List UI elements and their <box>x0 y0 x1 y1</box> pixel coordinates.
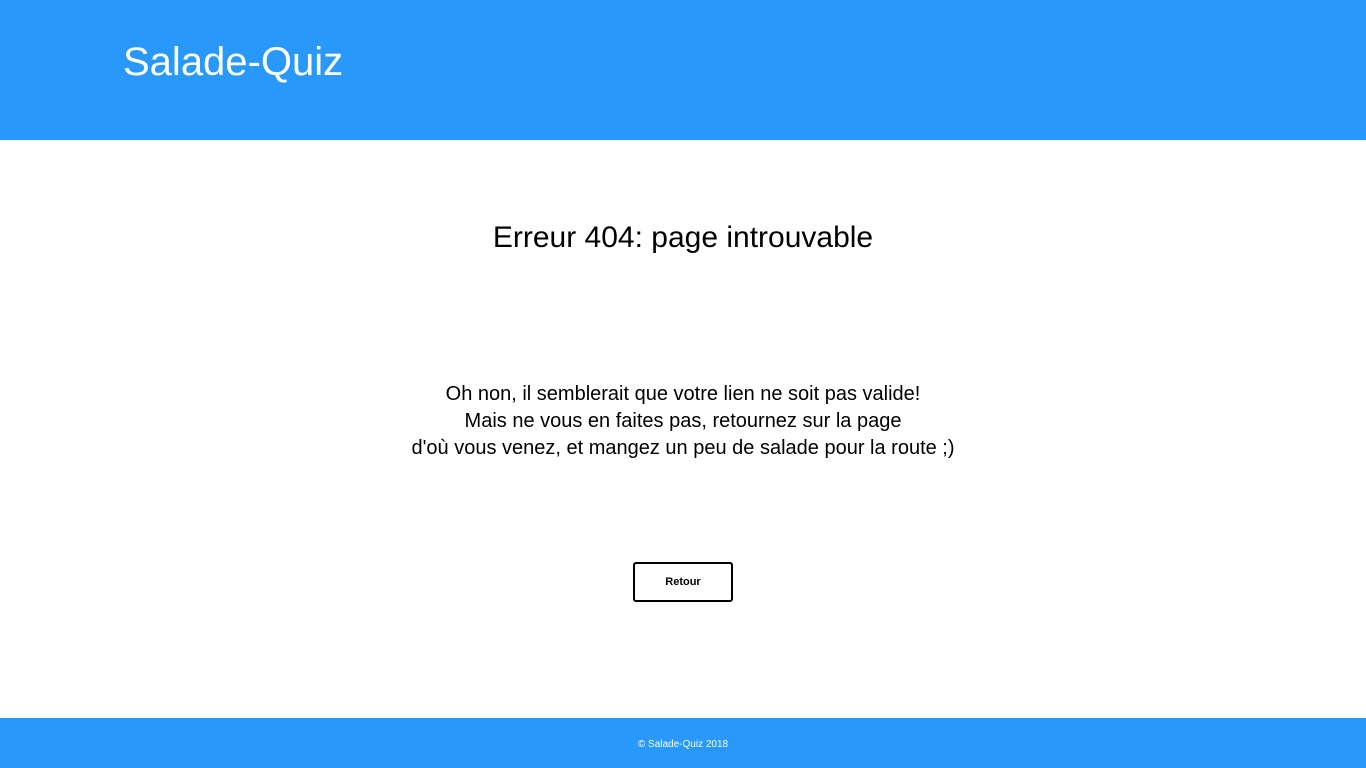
site-footer: © Salade-Quiz 2018 <box>0 718 1366 768</box>
error-title: Erreur 404: page introuvable <box>492 221 874 254</box>
site-header: Salade-Quiz <box>0 0 1366 140</box>
error-message-line: Oh non, il semblerait que votre lien ne … <box>445 383 921 405</box>
main-content: Erreur 404: page introuvable Oh non, il … <box>0 140 1366 718</box>
site-title[interactable]: Salade-Quiz <box>123 38 343 86</box>
error-message-line: d'où vous venez, et mangez un peu de sal… <box>411 437 955 459</box>
error-message: Oh non, il semblerait que votre lien ne … <box>0 381 1366 462</box>
back-button[interactable]: Retour <box>633 562 733 602</box>
error-message-line: Mais ne vous en faites pas, retournez su… <box>464 410 902 432</box>
copyright-text: © Salade-Quiz 2018 <box>637 739 729 750</box>
